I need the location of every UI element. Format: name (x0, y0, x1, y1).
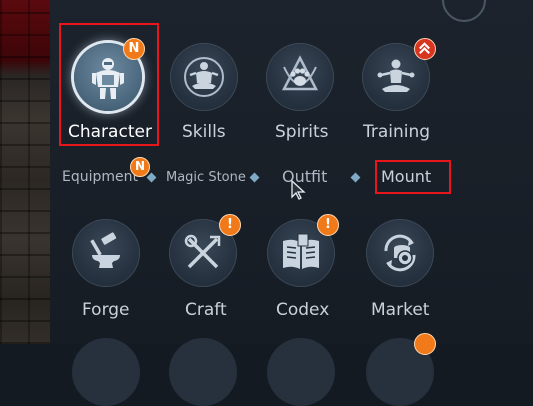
equipment-new-badge: N (130, 157, 150, 177)
training-label: Training (363, 122, 431, 142)
bottom-row-circle-3[interactable] (267, 338, 335, 406)
game-world-background (0, 0, 50, 344)
skills-label: Skills (182, 122, 226, 142)
bottom-row-circle-1[interactable] (72, 338, 140, 406)
mouse-cursor-icon (291, 180, 306, 200)
bottom-row-circle-2[interactable] (169, 338, 237, 406)
codex-alert-badge: ! (317, 214, 339, 236)
market-coins-icon (384, 234, 416, 272)
top-button-circle[interactable] (442, 0, 486, 22)
codex-label: Codex (276, 300, 330, 320)
spirits-label: Spirits (275, 122, 329, 142)
forge-label: Forge (82, 300, 130, 320)
sub-tab-equipment[interactable]: Equipment (62, 169, 138, 185)
skills-meditation-icon (184, 57, 224, 97)
craft-alert-badge: ! (219, 214, 241, 236)
skills-circle[interactable] (170, 43, 238, 111)
spirits-paw-icon (281, 55, 319, 91)
training-meditation-icon (377, 59, 415, 92)
codex-book-icon (283, 233, 319, 269)
upgrade-arrows-badge (414, 38, 436, 60)
bottom-row-badge (414, 333, 436, 355)
double-chevron-up-icon (419, 42, 430, 54)
market-label: Market (371, 300, 430, 320)
anvil-hammer-icon (90, 232, 120, 268)
spirits-circle[interactable] (266, 43, 334, 111)
mount-highlight-box (375, 160, 451, 194)
market-circle[interactable] (366, 219, 434, 287)
forge-circle[interactable] (72, 219, 140, 287)
craft-label: Craft (185, 300, 227, 320)
character-highlight-box (59, 23, 159, 146)
sub-tab-magic-stone[interactable]: Magic Stone (166, 170, 246, 185)
craft-tools-icon (184, 234, 221, 269)
